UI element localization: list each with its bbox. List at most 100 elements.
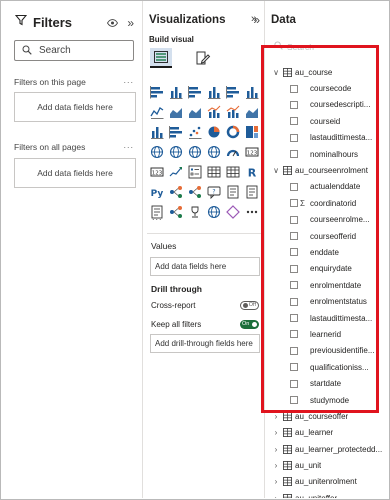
- decomposition-tree-icon[interactable]: [187, 184, 202, 199]
- waterfall-chart-icon[interactable]: [149, 124, 164, 139]
- diamond-visual-icon[interactable]: [225, 204, 240, 219]
- 100-stacked-column-chart-icon[interactable]: [244, 84, 259, 99]
- field-checkbox[interactable]: [290, 84, 298, 93]
- field-row[interactable]: learnerid: [266, 326, 389, 342]
- filters-on-this-page-drop-zone[interactable]: Add data fields here: [14, 92, 136, 122]
- key-influencers-icon[interactable]: [168, 184, 183, 199]
- chevron-down-icon[interactable]: ∨: [272, 68, 280, 77]
- field-checkbox[interactable]: [290, 264, 298, 273]
- field-checkbox[interactable]: [290, 330, 298, 339]
- more-visuals-ellipsis-icon[interactable]: ...: [152, 212, 163, 222]
- field-checkbox[interactable]: [290, 232, 298, 241]
- field-row[interactable]: enquirydate: [266, 261, 389, 277]
- table-au-learner[interactable]: › au_learner: [266, 425, 389, 441]
- clustered-column-chart-icon[interactable]: [206, 84, 221, 99]
- table-au-course[interactable]: ∨ au_course: [266, 64, 389, 80]
- stacked-column-chart-icon[interactable]: [168, 84, 183, 99]
- qa-icon[interactable]: ?: [206, 184, 221, 199]
- field-checkbox[interactable]: [290, 133, 298, 142]
- field-checkbox[interactable]: [290, 100, 298, 109]
- table-au-unitoffer[interactable]: › au_unitoffer: [266, 490, 389, 498]
- r-visual-icon[interactable]: R: [244, 164, 259, 179]
- map-icon[interactable]: [149, 144, 164, 159]
- chevron-right-icon[interactable]: ›: [272, 445, 280, 454]
- table-au-courseenrolment[interactable]: ∨ au_courseenrolment: [266, 162, 389, 178]
- card-icon[interactable]: 123: [244, 144, 259, 159]
- field-checkbox[interactable]: [290, 346, 298, 355]
- chevron-right-icon[interactable]: ›: [272, 477, 280, 486]
- ribbon-chart-icon[interactable]: [244, 104, 259, 119]
- field-checkbox[interactable]: [290, 182, 298, 191]
- field-checkbox[interactable]: [290, 199, 298, 208]
- collapse-visualizations-pane-icon[interactable]: »: [251, 13, 257, 25]
- field-row[interactable]: courseenrolme...: [266, 212, 389, 228]
- field-row[interactable]: qualificationiss...: [266, 359, 389, 375]
- metrics-icon[interactable]: [187, 204, 202, 219]
- pie-chart-icon[interactable]: [206, 124, 221, 139]
- chevron-down-icon[interactable]: ∨: [272, 166, 280, 175]
- cross-report-toggle[interactable]: Off: [240, 300, 259, 310]
- filters-on-this-page-more-icon[interactable]: ...: [123, 75, 134, 85]
- field-checkbox[interactable]: [290, 215, 298, 224]
- area-chart-icon[interactable]: [168, 104, 183, 119]
- paginated-report-icon[interactable]: [244, 184, 259, 199]
- chevron-right-icon[interactable]: ›: [272, 412, 280, 421]
- table-au-unitenrolment[interactable]: › au_unitenrolment: [266, 474, 389, 490]
- field-row[interactable]: courseid: [266, 113, 389, 129]
- field-row[interactable]: actualenddate: [266, 179, 389, 195]
- eye-icon[interactable]: [107, 14, 119, 32]
- keep-all-filters-toggle[interactable]: On: [240, 319, 259, 329]
- field-row[interactable]: previousidentifie...: [266, 343, 389, 359]
- filters-search-input[interactable]: Search: [14, 40, 134, 61]
- field-row[interactable]: lastaudittimesta...: [266, 130, 389, 146]
- line-and-clustered-column-chart-icon[interactable]: [225, 104, 240, 119]
- field-row[interactable]: Σcoordinatorid: [266, 195, 389, 211]
- chevron-right-icon[interactable]: ›: [272, 428, 280, 437]
- table-icon[interactable]: [206, 164, 221, 179]
- line-and-column-chart-icon[interactable]: [206, 104, 221, 119]
- azure-map-icon[interactable]: [206, 144, 221, 159]
- shape-map-icon[interactable]: [187, 144, 202, 159]
- scatter-chart-icon[interactable]: [187, 124, 202, 139]
- filled-map-icon[interactable]: [168, 144, 183, 159]
- matrix-icon[interactable]: [225, 164, 240, 179]
- stacked-bar-chart-icon[interactable]: [149, 84, 164, 99]
- field-row[interactable]: enrolmentdate: [266, 277, 389, 293]
- drill-through-drop-zone[interactable]: Add drill-through fields here: [150, 334, 260, 353]
- field-row[interactable]: courseofferid: [266, 228, 389, 244]
- format-visual-button[interactable]: [192, 48, 214, 68]
- clustered-bar-chart-icon[interactable]: [187, 84, 202, 99]
- narrative-icon[interactable]: [225, 184, 240, 199]
- values-drop-zone[interactable]: Add data fields here: [150, 257, 260, 276]
- table-au-learner-protectedd[interactable]: › au_learner_protectedd...: [266, 441, 389, 457]
- field-checkbox[interactable]: [290, 297, 298, 306]
- table-au-courseoffer[interactable]: › au_courseoffer: [266, 408, 389, 424]
- kpi-icon[interactable]: [168, 164, 183, 179]
- chevron-right-icon[interactable]: ›: [272, 494, 280, 498]
- python-visual-icon[interactable]: Py: [149, 184, 164, 199]
- build-visual-button[interactable]: [150, 48, 172, 68]
- field-checkbox[interactable]: [290, 281, 298, 290]
- power-automate-icon[interactable]: [168, 204, 183, 219]
- field-row[interactable]: lastaudittimesta...: [266, 310, 389, 326]
- field-row[interactable]: enddate: [266, 244, 389, 260]
- multi-row-card-icon[interactable]: 123: [149, 164, 164, 179]
- slicer-icon[interactable]: [187, 164, 202, 179]
- funnel-chart-icon[interactable]: [168, 124, 183, 139]
- field-checkbox[interactable]: [290, 314, 298, 323]
- field-row[interactable]: studymode: [266, 392, 389, 408]
- field-row[interactable]: nominalhours: [266, 146, 389, 162]
- field-row[interactable]: coursecode: [266, 80, 389, 96]
- filters-on-all-pages-more-icon[interactable]: ...: [123, 140, 134, 150]
- arcgis-map-icon[interactable]: [206, 204, 221, 219]
- 100-stacked-bar-chart-icon[interactable]: [225, 84, 240, 99]
- field-checkbox[interactable]: [290, 150, 298, 159]
- chevron-right-icon[interactable]: ›: [272, 461, 280, 470]
- line-chart-icon[interactable]: [149, 104, 164, 119]
- field-row[interactable]: coursedescripti...: [266, 97, 389, 113]
- field-row[interactable]: startdate: [266, 375, 389, 391]
- gauge-icon[interactable]: [225, 144, 240, 159]
- field-checkbox[interactable]: [290, 248, 298, 257]
- table-au-unit[interactable]: › au_unit: [266, 457, 389, 473]
- field-checkbox[interactable]: [290, 396, 298, 404]
